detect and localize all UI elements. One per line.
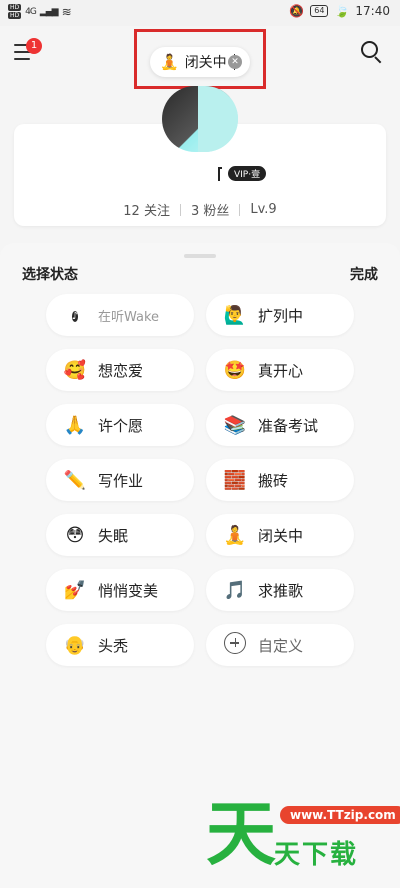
leaf-icon: 🍃 (334, 4, 350, 18)
plus-icon (224, 631, 246, 654)
name-row: VIP·壹 (218, 166, 267, 181)
status-option-label: 准备考试 (258, 416, 319, 435)
status-option-label: 扩列中 (258, 306, 304, 325)
status-option-label: 许个愿 (98, 416, 144, 435)
status-sheet (0, 243, 400, 888)
battery-indicator: 64 (310, 5, 329, 17)
clear-status-icon[interactable]: ✕ (228, 55, 242, 69)
stats-row: 12 关注 3 粉丝 Lv.9 (14, 200, 386, 219)
network-label: 4G (25, 6, 37, 17)
status-option-happy[interactable]: 🤩 真开心 (206, 349, 354, 391)
old-man-icon: 👴 (63, 634, 87, 656)
status-bar-left: HD HD 4G ▂▄▆ ≋ (8, 4, 72, 19)
status-option-label: 闭关中 (258, 526, 304, 545)
status-option-label: 自定义 (258, 636, 304, 655)
status-option-beauty[interactable]: 💅 悄悄变美 (46, 569, 194, 611)
status-bar-right: 🔕 64 🍃 17:40 (289, 4, 390, 18)
status-option-wish[interactable]: 🙏 许个愿 (46, 404, 194, 446)
pencil-icon: ✏️ (63, 469, 87, 491)
status-option-label: 写作业 (98, 471, 144, 490)
notification-badge: 1 (26, 38, 42, 54)
divider (239, 203, 241, 216)
clock: 17:40 (355, 4, 390, 18)
status-option-listening[interactable]: ♪ 在听Wake (46, 294, 194, 336)
now-playing-icon: ♪ (62, 303, 88, 328)
status-option-insomnia[interactable]: 😳 失眠 (46, 514, 194, 556)
status-option-expanding[interactable]: 🙋‍♂️ 扩列中 (206, 294, 354, 336)
status-option-label: 悄悄变美 (98, 581, 159, 600)
sim1-label: HD (8, 4, 22, 11)
status-option-label: 搬砖 (258, 471, 289, 490)
search-icon-handle (374, 56, 382, 64)
signal-icon: ▂▄▆ (39, 6, 59, 17)
status-option-song[interactable]: 🎵 求推歌 (206, 569, 354, 611)
done-button[interactable]: 完成 (350, 264, 378, 284)
status-option-label: 想恋爱 (98, 361, 144, 380)
sim2-label: HD (8, 12, 22, 19)
sim-indicators: HD HD (8, 4, 22, 19)
current-status-label: 闭关中 (184, 55, 227, 71)
raising-hand-icon: 🙋‍♂️ (223, 304, 247, 326)
status-option-custom[interactable]: 自定义 (206, 624, 354, 666)
mute-icon: 🔕 (289, 4, 305, 18)
current-status-pill[interactable]: 🧘 闭关中 ✕ (150, 47, 250, 77)
music-disc-icon: ♪ (71, 310, 79, 322)
smiling-hearts-icon: 🥰 (63, 359, 87, 381)
fans-count[interactable]: 3 粉丝 (191, 200, 229, 219)
plus-icon-wrap (222, 631, 248, 659)
meditation-icon: 🧘 (160, 53, 179, 71)
watermark-url: www.TTzip.com (280, 806, 400, 824)
vip-label: VIP·壹 (234, 170, 261, 180)
following-count[interactable]: 12 关注 (123, 200, 170, 219)
status-option-love[interactable]: 🥰 想恋爱 (46, 349, 194, 391)
status-option-bald[interactable]: 👴 头秃 (46, 624, 194, 666)
meditation-icon: 🧘 (223, 524, 247, 546)
flushed-face-icon: 😳 (65, 524, 85, 546)
avatar[interactable] (162, 86, 238, 152)
search-button[interactable] (360, 40, 384, 64)
status-option-label: 在听Wake (98, 309, 160, 325)
watermark-logo: 天 (206, 793, 276, 875)
status-option-label: 头秃 (98, 636, 129, 655)
status-option-label: 失眠 (98, 526, 129, 545)
status-option-homework[interactable]: ✏️ 写作业 (46, 459, 194, 501)
sheet-title: 选择状态 (22, 267, 78, 283)
menu-icon-line (14, 58, 30, 60)
status-option-label: 真开心 (258, 361, 304, 380)
level[interactable]: Lv.9 (250, 202, 276, 217)
status-option-work[interactable]: 🧱 搬砖 (206, 459, 354, 501)
wifi-icon: ≋ (61, 4, 72, 19)
status-option-exam[interactable]: 📚 准备考试 (206, 404, 354, 446)
status-option-label: 求推歌 (258, 581, 304, 600)
divider (179, 203, 181, 216)
status-bar: HD HD 4G ▂▄▆ ≋ 🔕 64 🍃 17:40 (0, 0, 400, 26)
avatar-blur (198, 86, 238, 152)
vip-badge[interactable]: VIP·壹 (228, 166, 267, 181)
sheet-drag-handle[interactable] (184, 254, 216, 258)
brick-icon: 🧱 (223, 469, 247, 491)
books-icon: 📚 (223, 414, 247, 436)
status-option-retreat[interactable]: 🧘 闭关中 (206, 514, 354, 556)
star-eyes-icon: 🤩 (223, 359, 247, 381)
name-fragment (218, 166, 222, 181)
music-note-icon: 🎵 (223, 579, 247, 601)
praying-hands-icon: 🙏 (63, 414, 87, 436)
watermark: 天 www.TTzip.com 天下载 (206, 793, 400, 875)
watermark-text: 天下载 (274, 840, 359, 870)
nail-polish-icon: 💅 (63, 579, 87, 601)
